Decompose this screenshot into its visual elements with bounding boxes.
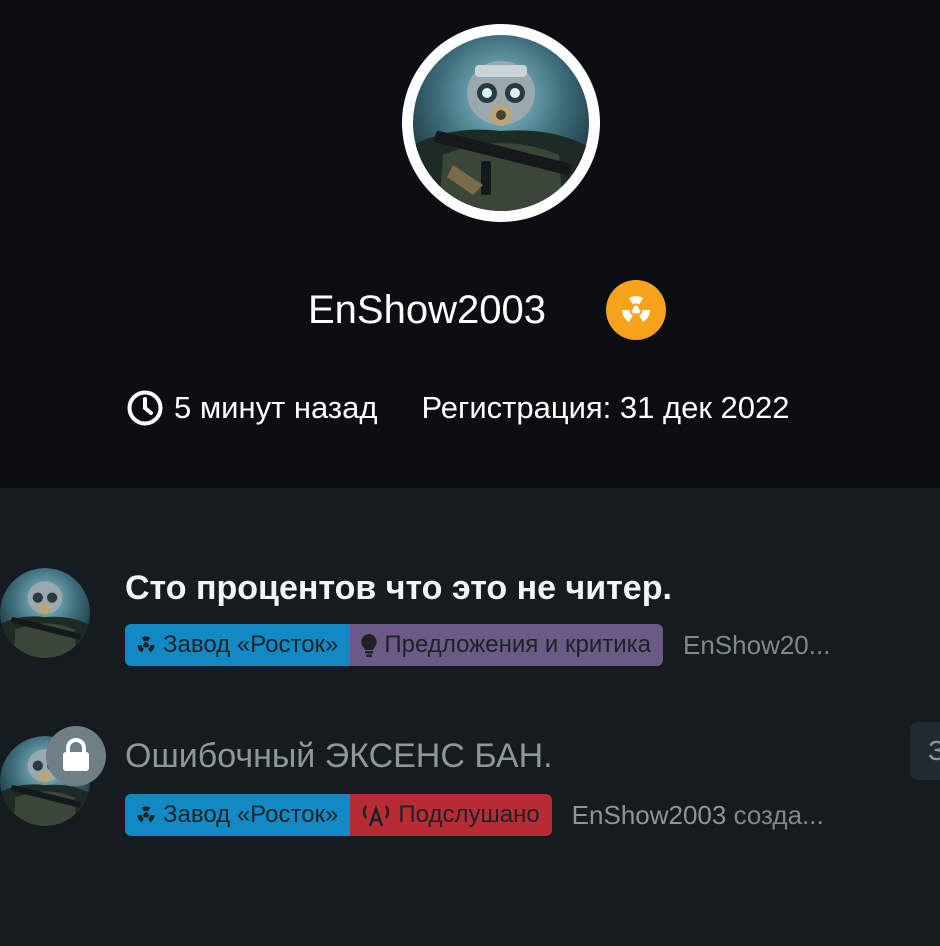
stalker-avatar-image — [0, 568, 90, 658]
lightbulb-icon — [361, 634, 378, 657]
profile-meta: 5 минут назад Регистрация: 31 дек 2022 — [126, 388, 789, 428]
radiation-icon — [137, 806, 155, 823]
last-seen: 5 минут назад — [174, 390, 378, 425]
list-item[interactable]: Ошибочный ЭКСЕНС БАН. Завод «Росток» Под… — [0, 722, 940, 848]
topic-author[interactable]: EnShow2003 созда... — [572, 800, 824, 831]
reply-count-chip[interactable]: З — [910, 722, 940, 780]
topic-list: Сто процентов что это не читер. Завод «Р… — [0, 488, 940, 946]
stalker-avatar-image — [413, 35, 589, 211]
avatar[interactable] — [0, 568, 90, 658]
topic-title[interactable]: Сто процентов что это не читер. — [125, 566, 672, 610]
tag-label: Предложения и критика — [384, 631, 651, 658]
antenna-icon — [363, 805, 390, 827]
list-item[interactable]: Сто процентов что это не читер. Завод «Р… — [0, 560, 940, 680]
username: EnShow2003 — [308, 288, 546, 332]
registration-date: Регистрация: 31 дек 2022 — [421, 390, 790, 425]
topic-tags: Завод «Росток» Предложения и критика EnS… — [125, 624, 830, 666]
tag-category[interactable]: Предложения и критика — [350, 624, 663, 666]
tag-label: Завод «Росток» — [163, 631, 339, 658]
clock-icon — [127, 390, 163, 426]
tag-label: Завод «Росток» — [163, 801, 339, 828]
lock-icon — [46, 726, 106, 786]
topic-title[interactable]: Ошибочный ЭКСЕНС БАН. — [125, 734, 553, 778]
profile-header: EnShow2003 5 минут назад Регистрация: 31… — [0, 0, 940, 488]
tag-forum[interactable]: Завод «Росток» — [125, 794, 351, 836]
profile-avatar[interactable] — [402, 24, 600, 222]
radiation-icon — [137, 636, 155, 653]
radiation-icon[interactable] — [606, 280, 666, 340]
author-action: созда... — [733, 799, 824, 830]
tag-category[interactable]: Подслушано — [350, 794, 552, 836]
topic-author[interactable]: EnShow20... — [683, 630, 830, 661]
author-name[interactable]: EnShow2003 — [572, 800, 727, 830]
topic-tags: Завод «Росток» Подслушано EnShow2003 соз… — [125, 794, 824, 836]
tag-label: Подслушано — [398, 801, 540, 828]
tag-forum[interactable]: Завод «Росток» — [125, 624, 351, 666]
